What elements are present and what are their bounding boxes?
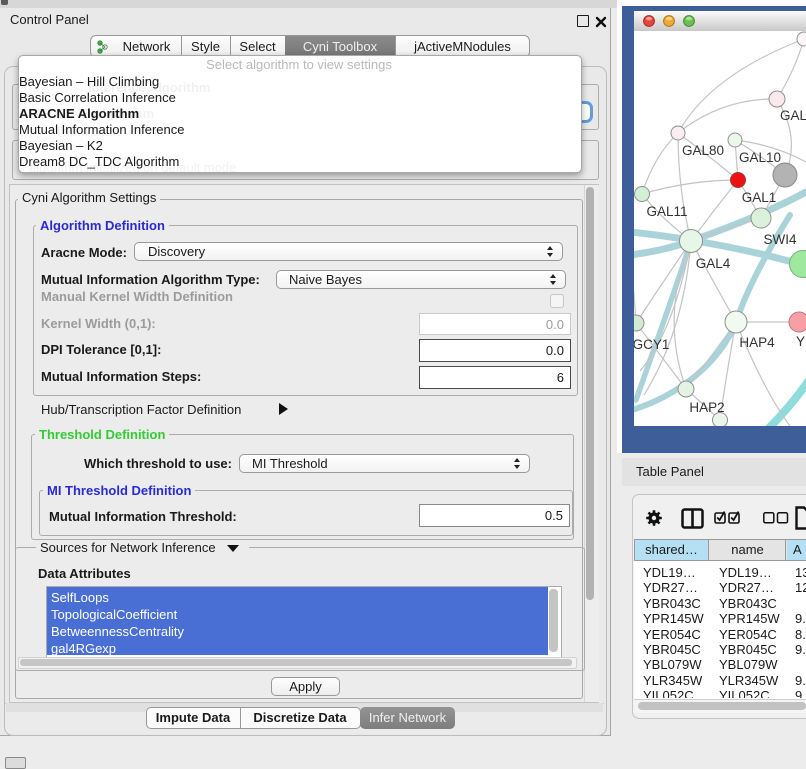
svg-text:GAL10: GAL10 [739, 150, 781, 165]
svg-text:GCY1: GCY1 [634, 337, 669, 352]
svg-text:GAL80: GAL80 [682, 143, 724, 158]
svg-text:GAL7: GAL7 [780, 108, 806, 123]
svg-text:GAL4: GAL4 [696, 256, 731, 271]
svg-text:HAP2: HAP2 [689, 400, 724, 415]
svg-text:SWI4: SWI4 [763, 232, 796, 247]
svg-text:HAP4: HAP4 [739, 335, 775, 350]
svg-text:GAL1: GAL1 [742, 190, 777, 205]
svg-text:GAL11: GAL11 [646, 204, 687, 219]
svg-text:YP: YP [796, 334, 806, 349]
